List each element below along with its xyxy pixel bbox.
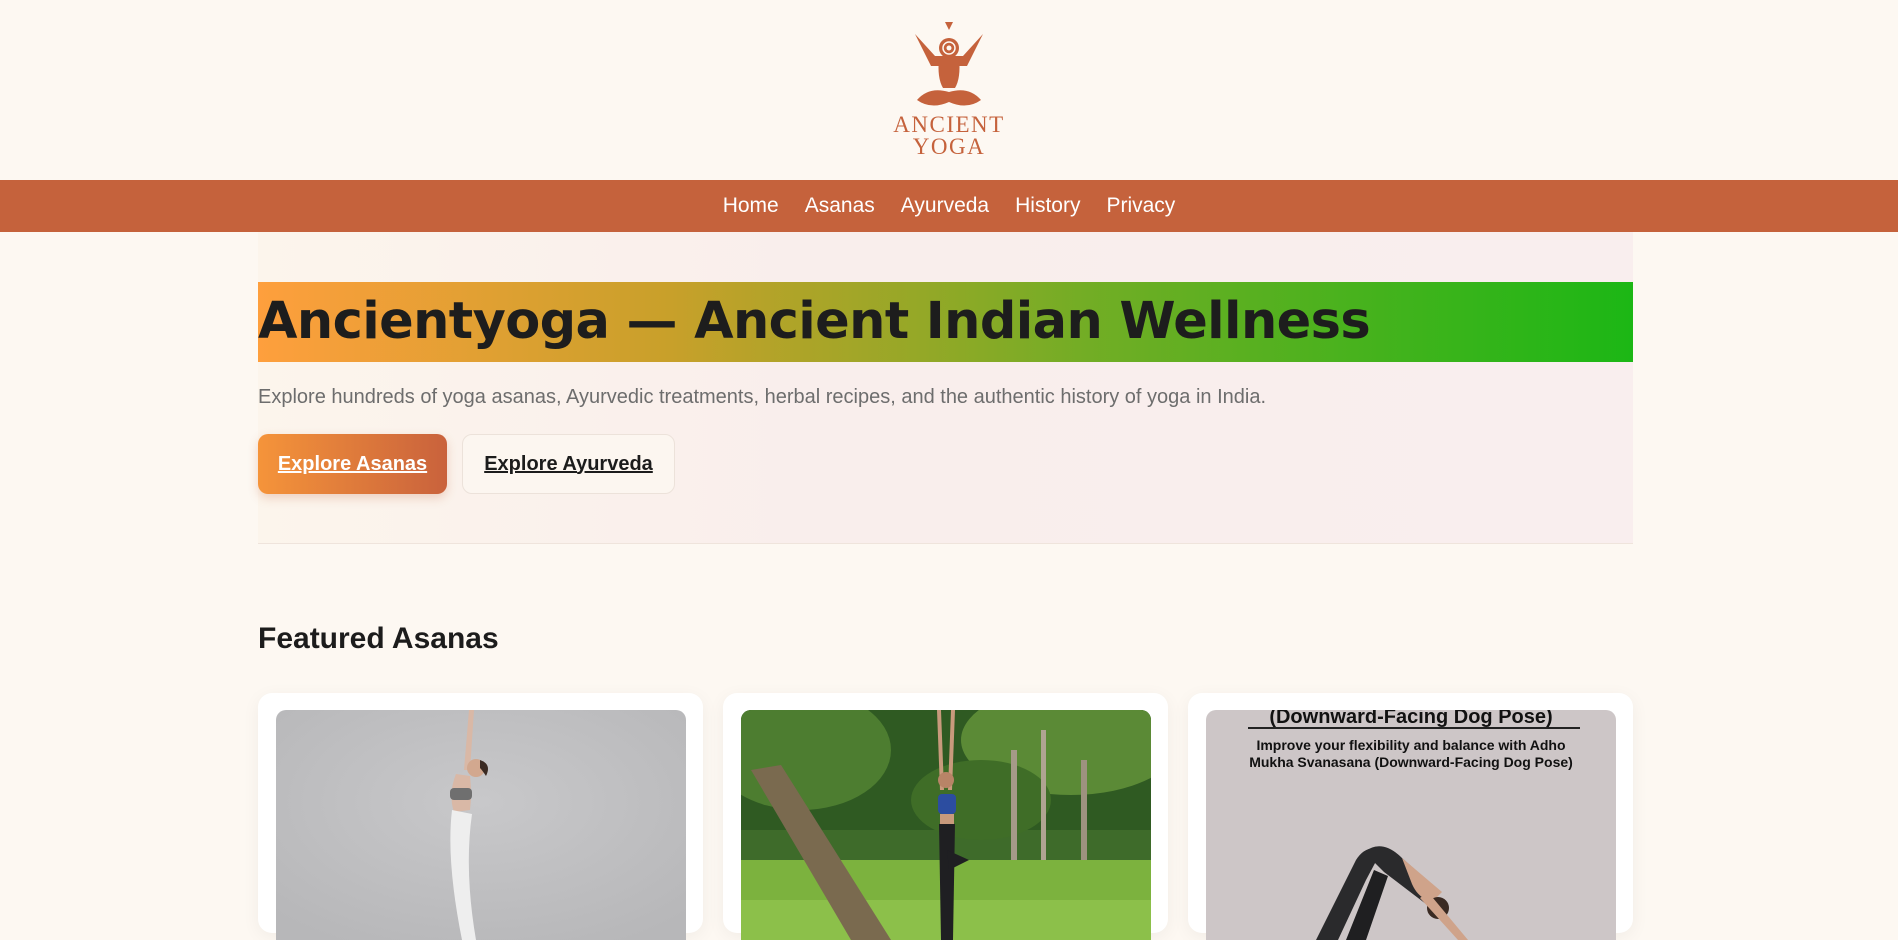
nav-home[interactable]: Home	[723, 194, 779, 218]
downward-dog-poster[interactable]: (Downward-Facing Dog Pose) Improve your …	[1206, 710, 1616, 940]
logo-line-1: ANCIENT	[893, 112, 1005, 137]
poster-text: Improve your flexibility and balance wit…	[1249, 737, 1573, 770]
nav-privacy[interactable]: Privacy	[1106, 194, 1175, 218]
hero-subtitle: Explore hundreds of yoga asanas, Ayurved…	[258, 386, 1267, 408]
standing-backbend-photo[interactable]	[276, 710, 686, 940]
main-nav: Home Asanas Ayurveda History Privacy	[0, 180, 1898, 232]
site-logo[interactable]: ANCIENT YOGA	[893, 22, 1004, 158]
asana-card[interactable]	[723, 693, 1168, 940]
featured-asanas-title: Featured Asanas	[258, 622, 499, 655]
meditating-figure-icon	[915, 22, 983, 106]
hero-section: Ancientyoga — Ancient Indian Wellness Ex…	[258, 232, 1633, 544]
logo-line-2: YOGA	[912, 134, 986, 159]
explore-asanas-button[interactable]: Explore Asanas	[258, 434, 447, 494]
hero-title: Ancientyoga — Ancient Indian Wellness	[258, 282, 1633, 362]
asana-card[interactable]	[258, 693, 703, 940]
nav-asanas[interactable]: Asanas	[805, 194, 875, 218]
explore-ayurveda-button[interactable]: Explore Ayurveda	[462, 434, 675, 494]
nav-ayurveda[interactable]: Ayurveda	[901, 194, 989, 218]
poster-divider	[1248, 727, 1580, 729]
site-header: ANCIENT YOGA	[0, 0, 1898, 180]
asana-card[interactable]: (Downward-Facing Dog Pose) Improve your …	[1188, 693, 1633, 940]
nav-history[interactable]: History	[1015, 194, 1080, 218]
tree-pose-outdoor-photo[interactable]	[741, 710, 1151, 940]
